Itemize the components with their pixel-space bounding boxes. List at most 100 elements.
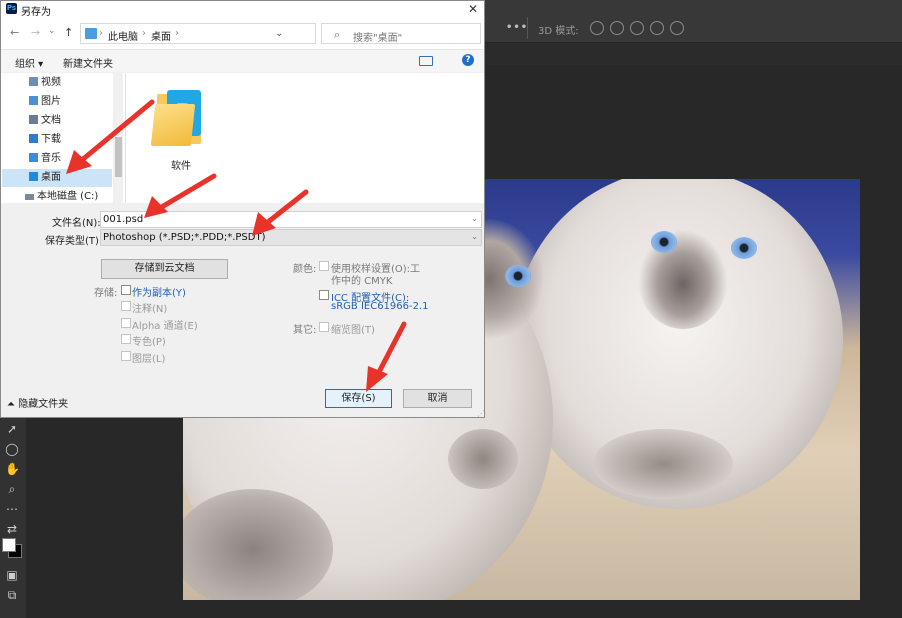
help-icon[interactable]: ? bbox=[462, 54, 474, 66]
icc-profile-value: sRGB IEC61966-2.1 bbox=[331, 301, 429, 312]
hide-folders-toggle[interactable]: ⏶ 隐藏文件夹 bbox=[7, 395, 68, 410]
sidebar-item-label: 文档 bbox=[41, 115, 61, 126]
address-dropdown-chevron-icon[interactable]: ⌄ bbox=[275, 28, 283, 39]
proof-setup-label-line2: 作中的 CMYK bbox=[331, 276, 393, 287]
folder-icon[interactable]: P bbox=[150, 86, 205, 148]
save-as-dialog: Ps 另存为 ✕ ← → ⌄ ↑ › 此电脑 › 桌面 › ⌄ ↻ ⌕ 搜索"桌… bbox=[0, 0, 485, 418]
filename-field[interactable]: 001.psd ⌄ bbox=[100, 211, 482, 228]
cat-eye bbox=[651, 231, 677, 253]
recent-locations-chevron-icon[interactable]: ⌄ bbox=[48, 26, 56, 36]
desktop-location-icon bbox=[85, 28, 97, 39]
documents-folder-icon bbox=[29, 115, 38, 124]
breadcrumb-this-pc[interactable]: 此电脑 bbox=[108, 28, 138, 43]
move-tool-icon[interactable]: ➚ bbox=[5, 422, 19, 436]
folder-label[interactable]: 软件 bbox=[171, 157, 191, 172]
navigation-pane: 视频 图片 文档 下载 音乐 桌面 本地磁盘 (C:) bbox=[1, 73, 126, 203]
sidebar-item-pictures[interactable]: 图片 bbox=[29, 93, 113, 111]
3d-roll-icon[interactable] bbox=[610, 21, 624, 35]
filename-label: 文件名(N): bbox=[52, 218, 101, 229]
sidebar-item-desktop[interactable]: 桌面 bbox=[29, 169, 113, 187]
more-tools-icon[interactable]: ⋯ bbox=[5, 502, 19, 516]
filename-chevron-down-icon[interactable]: ⌄ bbox=[471, 214, 478, 223]
breadcrumb-desktop[interactable]: 桌面 bbox=[151, 28, 171, 43]
forward-arrow-icon[interactable]: → bbox=[31, 26, 40, 39]
cat-eye bbox=[731, 237, 757, 259]
cancel-button[interactable]: 取消 bbox=[403, 389, 472, 408]
organize-button[interactable]: 组织 ▾ bbox=[15, 55, 43, 70]
up-arrow-icon[interactable]: ↑ bbox=[64, 26, 73, 39]
pictures-folder-icon bbox=[29, 96, 38, 105]
change-view-icon[interactable] bbox=[419, 56, 433, 66]
address-bar[interactable]: › 此电脑 › 桌面 › ⌄ ↻ bbox=[80, 23, 386, 44]
music-folder-icon bbox=[29, 153, 38, 162]
scrollbar-thumb[interactable] bbox=[115, 137, 122, 177]
resize-grip-icon[interactable]: ⋰ bbox=[477, 409, 485, 418]
sidebar-item-label: 视频 bbox=[41, 77, 61, 88]
sidebar-item-label: 图片 bbox=[41, 96, 61, 107]
close-button[interactable]: ✕ bbox=[465, 1, 481, 17]
sidebar-item-label: 桌面 bbox=[41, 172, 61, 183]
3d-orbit-icon[interactable] bbox=[590, 21, 604, 35]
downloads-folder-icon bbox=[29, 134, 38, 143]
cat-paw bbox=[593, 429, 733, 499]
save-button[interactable]: 保存(S) bbox=[325, 389, 392, 408]
filetype-label: 保存类型(T): bbox=[45, 236, 103, 247]
layers-label: 图层(L) bbox=[132, 354, 166, 365]
proof-setup-value: 工 bbox=[410, 264, 420, 275]
sidebar-item-local-disk[interactable]: 本地磁盘 (C:) bbox=[25, 188, 109, 206]
3d-scale-icon[interactable] bbox=[670, 21, 684, 35]
save-to-cloud-button[interactable]: 存储到云文档 bbox=[101, 259, 228, 279]
sidebar-item-label: 本地磁盘 (C:) bbox=[37, 191, 99, 202]
back-arrow-icon[interactable]: ← bbox=[10, 26, 19, 39]
command-bar: 组织 ▾ 新建文件夹 ? bbox=[1, 50, 484, 72]
sidebar-item-music[interactable]: 音乐 bbox=[29, 150, 113, 168]
sidebar-item-documents[interactable]: 文档 bbox=[29, 112, 113, 130]
as-copy-checkbox[interactable] bbox=[121, 285, 131, 295]
quick-mask-icon[interactable]: ▣ bbox=[5, 568, 19, 582]
cat-paw bbox=[448, 429, 518, 489]
drive-icon bbox=[25, 194, 34, 200]
notes-label: 注释(N) bbox=[132, 304, 168, 315]
search-input[interactable]: ⌕ 搜索"桌面" bbox=[321, 23, 481, 44]
foreground-color-swatch[interactable] bbox=[2, 538, 16, 552]
photoshop-app-icon: Ps bbox=[6, 3, 17, 14]
sidebar-item-label: 音乐 bbox=[41, 153, 61, 164]
as-copy-label[interactable]: 作为副本(Y) bbox=[132, 284, 186, 299]
swap-colors-icon[interactable]: ⇄ bbox=[5, 522, 19, 536]
save-options-label: 存储: bbox=[94, 288, 118, 299]
3d-slide-icon[interactable] bbox=[650, 21, 664, 35]
alpha-channels-label: Alpha 通道(E) bbox=[132, 321, 198, 332]
zoom-tool-icon[interactable]: ⌕ bbox=[5, 482, 19, 496]
search-icon: ⌕ bbox=[334, 28, 341, 41]
sidebar-item-videos[interactable]: 视频 bbox=[29, 74, 113, 92]
thumbnail-checkbox bbox=[319, 322, 329, 332]
filename-value: 001.psd bbox=[103, 214, 144, 225]
other-options-label: 其它: bbox=[293, 325, 317, 336]
filetype-select[interactable]: Photoshop (*.PSD;*.PDD;*.PSDT) ⌄ bbox=[100, 229, 482, 246]
3d-mode-label: 3D 模式: bbox=[538, 26, 579, 37]
sidebar-item-downloads[interactable]: 下载 bbox=[29, 131, 113, 149]
cat-eye bbox=[505, 265, 531, 287]
new-folder-button[interactable]: 新建文件夹 bbox=[63, 55, 113, 70]
video-folder-icon bbox=[29, 77, 38, 86]
screen-mode-icon[interactable]: ⧉ bbox=[5, 588, 19, 602]
more-options-button[interactable]: ••• bbox=[506, 22, 528, 33]
ellipse-tool-icon[interactable]: ◯ bbox=[5, 442, 19, 456]
filetype-chevron-down-icon[interactable]: ⌄ bbox=[471, 232, 478, 241]
hand-tool-icon[interactable]: ✋ bbox=[5, 462, 20, 476]
tools-panel: ➚ ◯ ✋ ⌕ ⋯ ⇄ ▣ ⧉ bbox=[0, 418, 26, 618]
dialog-title: 另存为 bbox=[21, 7, 51, 18]
color-options-label: 颜色: bbox=[293, 264, 317, 275]
hide-folders-label: 隐藏文件夹 bbox=[18, 399, 69, 410]
dialog-titlebar[interactable]: Ps 另存为 ✕ bbox=[1, 1, 484, 18]
thumbnail-label: 缩览图(T) bbox=[331, 325, 375, 336]
search-placeholder: 搜索"桌面" bbox=[353, 33, 403, 44]
notes-checkbox bbox=[121, 301, 131, 311]
breadcrumb-separator: › bbox=[142, 28, 146, 39]
icc-profile-checkbox[interactable] bbox=[319, 290, 329, 300]
desktop-folder-icon bbox=[29, 172, 38, 181]
alpha-channels-checkbox bbox=[121, 318, 131, 328]
3d-pan-icon[interactable] bbox=[630, 21, 644, 35]
breadcrumb-separator: › bbox=[175, 28, 179, 39]
spot-colors-checkbox bbox=[121, 334, 131, 344]
